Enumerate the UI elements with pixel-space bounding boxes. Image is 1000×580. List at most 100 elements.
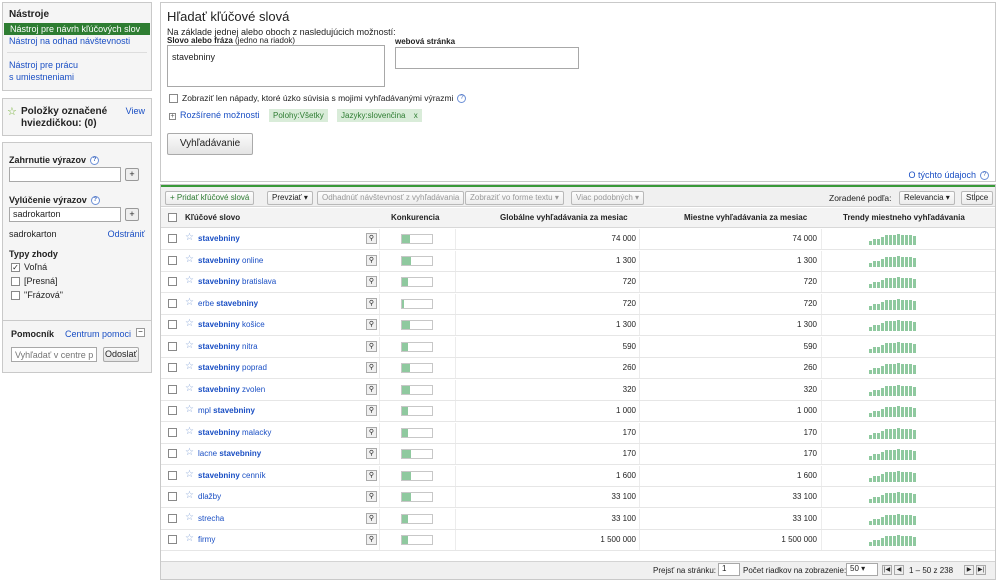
exclude-input[interactable]: sadrokarton — [9, 207, 121, 222]
star-icon[interactable]: ☆ — [185, 340, 194, 351]
row-checkbox[interactable] — [168, 535, 177, 544]
magnifier-icon[interactable]: ⚲ — [366, 362, 377, 373]
next-page-icon[interactable]: ▶ — [964, 565, 974, 575]
star-icon[interactable]: ☆ — [185, 232, 194, 243]
exclude-add-button[interactable]: + — [125, 208, 139, 221]
magnifier-icon[interactable]: ⚲ — [366, 448, 377, 459]
view-link[interactable]: View — [126, 106, 145, 116]
languages-tag[interactable]: Jazyky:slovenčina x — [337, 109, 422, 122]
help-icon[interactable]: ? — [90, 196, 100, 206]
magnifier-icon[interactable]: ⚲ — [366, 383, 377, 395]
add-keywords-button[interactable]: + Pridať kľúčové slová — [165, 191, 255, 205]
advanced-options-link[interactable]: + Rozšírené možnosti — [169, 110, 260, 120]
include-input[interactable] — [9, 167, 121, 182]
star-icon[interactable]: ☆ — [185, 447, 194, 458]
row-checkbox[interactable] — [168, 234, 177, 243]
keyword-link[interactable]: strecha — [198, 514, 224, 523]
star-icon[interactable]: ☆ — [185, 533, 194, 544]
columns-button[interactable]: Stĺpce — [961, 191, 994, 205]
row-checkbox[interactable] — [168, 513, 177, 523]
match-broad[interactable]: ✓ Voľná — [11, 262, 47, 273]
magnifier-icon[interactable]: ⚲ — [366, 426, 377, 438]
star-icon[interactable]: ☆ — [185, 254, 194, 265]
magnifier-icon[interactable]: ⚲ — [366, 276, 377, 287]
col-local[interactable]: Miestne vyhľadávania za mesiac — [684, 213, 807, 222]
checkbox[interactable] — [169, 94, 178, 104]
match-phrase[interactable]: "Frázová" — [11, 290, 63, 301]
row-checkbox[interactable] — [168, 341, 177, 351]
row-checkbox[interactable] — [168, 449, 177, 458]
star-icon[interactable]: ☆ — [185, 297, 194, 308]
magnifier-icon[interactable]: ⚲ — [366, 297, 377, 309]
magnifier-icon[interactable]: ⚲ — [366, 469, 377, 481]
only-related-option[interactable]: Zobraziť len nápady, ktoré úzko súvisia … — [169, 93, 467, 104]
row-checkbox[interactable] — [168, 470, 177, 480]
row-checkbox[interactable] — [168, 255, 177, 265]
download-button[interactable]: Prevziať ▾ — [267, 191, 313, 205]
col-keyword[interactable]: Kľúčové slovo — [185, 213, 240, 222]
col-competition[interactable]: Konkurencia — [391, 213, 439, 222]
row-checkbox[interactable] — [168, 406, 177, 415]
help-icon[interactable]: ? — [980, 171, 989, 181]
page-input[interactable]: 1 — [718, 563, 740, 576]
keyword-link[interactable]: stavebniny online — [198, 256, 263, 265]
star-icon[interactable]: ☆ — [185, 426, 194, 437]
keyword-link[interactable]: dlažby — [198, 492, 221, 501]
star-icon[interactable]: ☆ — [185, 490, 194, 501]
more-like-button[interactable]: Viac podobných ▾ — [571, 191, 645, 205]
checkbox-checked[interactable]: ✓ — [11, 263, 20, 273]
row-checkbox[interactable] — [168, 298, 177, 308]
keyword-link[interactable]: firmy — [198, 535, 215, 544]
keyword-link[interactable]: stavebniny nitra — [198, 342, 258, 351]
magnifier-icon[interactable]: ⚲ — [366, 534, 377, 545]
star-icon[interactable]: ☆ — [185, 512, 194, 523]
magnifier-icon[interactable]: ⚲ — [366, 319, 377, 330]
collapse-icon[interactable]: − — [136, 328, 145, 337]
estimate-traffic-button[interactable]: Odhadnúť návštevnosť z vyhľadávania — [317, 191, 465, 205]
checkbox[interactable] — [11, 277, 20, 287]
keyword-link[interactable]: stavebniny malacky — [198, 428, 271, 437]
help-icon[interactable]: ? — [457, 94, 467, 104]
phrase-textarea[interactable]: stavebniny — [167, 45, 385, 87]
help-icon[interactable]: ? — [90, 156, 100, 166]
keyword-link[interactable]: stavebniny košice — [198, 320, 265, 329]
star-icon[interactable]: ☆ — [185, 318, 194, 329]
first-page-icon[interactable]: |◀ — [882, 565, 892, 575]
remove-link[interactable]: Odstrániť — [108, 229, 145, 239]
match-exact[interactable]: [Presná] — [11, 276, 58, 287]
tool-traffic-estimator[interactable]: Nástroj na odhad návštevnosti — [3, 35, 151, 47]
magnifier-icon[interactable]: ⚲ — [366, 512, 377, 524]
row-checkbox[interactable] — [168, 320, 177, 329]
locations-tag[interactable]: Polohy:Všetky — [269, 109, 328, 122]
star-icon[interactable]: ☆ — [185, 404, 194, 415]
col-global[interactable]: Globálne vyhľadávania za mesiac — [500, 213, 628, 222]
keyword-link[interactable]: stavebniny cenník — [198, 471, 266, 480]
tool-placements-line1[interactable]: Nástroj pre prácu — [3, 59, 151, 71]
keyword-link[interactable]: lacne stavebniny — [198, 449, 261, 458]
star-icon[interactable]: ☆ — [185, 383, 194, 394]
website-input[interactable] — [395, 47, 579, 69]
row-checkbox[interactable] — [168, 363, 177, 372]
prev-page-icon[interactable]: ◀ — [894, 565, 904, 575]
star-icon[interactable]: ☆ — [185, 361, 194, 372]
tool-placements-line2[interactable]: s umiestneniami — [3, 71, 151, 83]
keyword-link[interactable]: stavebniny zvolen — [198, 385, 265, 394]
last-page-icon[interactable]: ▶| — [976, 565, 986, 575]
row-checkbox[interactable] — [168, 492, 177, 501]
magnifier-icon[interactable]: ⚲ — [366, 340, 377, 352]
include-add-button[interactable]: + — [125, 168, 139, 181]
magnifier-icon[interactable]: ⚲ — [366, 233, 377, 244]
select-all-checkbox[interactable] — [168, 213, 177, 222]
view-as-text-button[interactable]: Zobraziť vo forme textu ▾ — [465, 191, 564, 205]
magnifier-icon[interactable]: ⚲ — [366, 405, 377, 416]
help-search-input[interactable] — [11, 347, 97, 362]
checkbox[interactable] — [11, 291, 20, 301]
keyword-link[interactable]: stavebniny poprad — [198, 363, 267, 372]
keyword-link[interactable]: stavebniny — [198, 234, 240, 243]
about-data-link[interactable]: O týchto údajoch? — [908, 170, 989, 181]
tool-keyword-suggestions[interactable]: Nástroj pre návrh kľúčových slov — [4, 23, 150, 35]
close-icon[interactable]: x — [414, 111, 418, 120]
send-button[interactable]: Odoslať — [103, 347, 139, 362]
sort-select[interactable]: Relevancia ▾ — [899, 191, 955, 205]
help-center-link[interactable]: Centrum pomoci — [65, 329, 131, 339]
